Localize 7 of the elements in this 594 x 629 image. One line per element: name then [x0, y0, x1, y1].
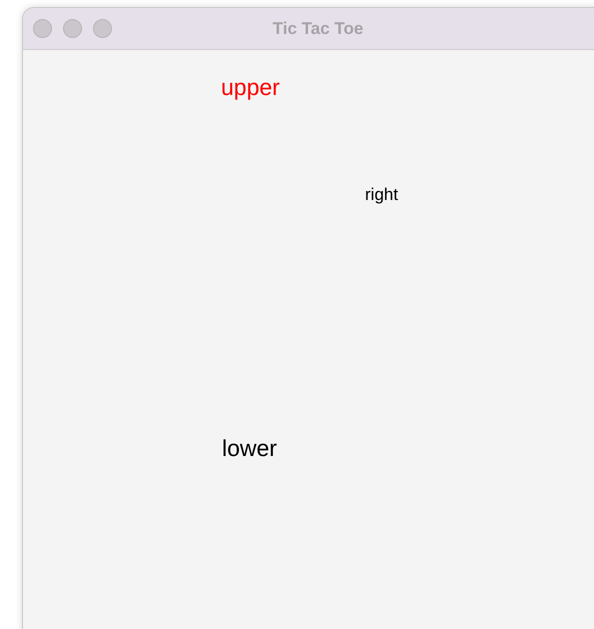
text-label: right — [365, 185, 398, 205]
text-label: upper — [221, 74, 280, 100]
window-title: Tic Tac Toe — [272, 18, 364, 38]
text-label: lower — [222, 434, 277, 462]
close-button[interactable] — [33, 19, 52, 38]
zoom-button[interactable] — [93, 19, 112, 38]
minimize-button[interactable] — [63, 19, 82, 38]
